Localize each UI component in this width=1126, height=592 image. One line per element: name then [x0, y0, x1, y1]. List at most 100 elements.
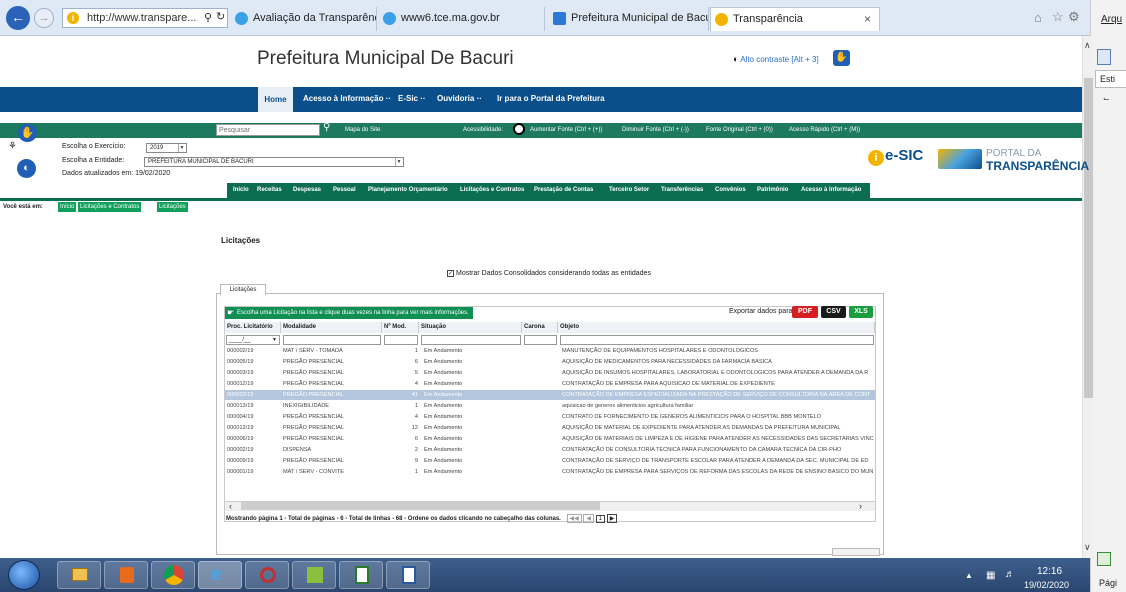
close-icon[interactable]: ×	[864, 8, 871, 30]
column-header-situacao[interactable]: Situação	[419, 322, 522, 333]
search-icon[interactable]: ⚲	[323, 122, 330, 133]
scroll-left-icon[interactable]: ‹	[229, 501, 232, 511]
refresh-icon[interactable]: ↻	[216, 10, 225, 23]
clock-time[interactable]: 12:16	[1037, 566, 1062, 577]
tab-prefeitura[interactable]: Prefeitura Municipal de Bacuri	[549, 7, 709, 31]
taskbar-ie[interactable]: e	[198, 561, 242, 589]
table-row[interactable]: 000001/19 MAT / SERV - CONVITE 1 Em Andamen…	[225, 467, 875, 477]
menu-despesas[interactable]: Despesas	[293, 187, 321, 193]
nav-ouvidoria[interactable]: Ouvidoria ··	[437, 94, 482, 103]
minimize-icon[interactable]: ⌙	[1103, 94, 1110, 103]
table-row[interactable]: 000002/19 DISPENSA 2 Em Andamento CONTRATAÇÃ…	[225, 445, 875, 455]
tab-transparencia[interactable]: Transparência ×	[710, 7, 880, 31]
prev-page-icon[interactable]: ◀	[583, 514, 595, 523]
scroll-up-icon[interactable]: ∧	[1084, 40, 1091, 51]
table-row[interactable]: 000012/19 PREGÃO PRESENCIAL 12 Em Andamento…	[225, 423, 875, 433]
taskbar-explorer[interactable]	[57, 561, 101, 589]
menu-transferencias[interactable]: Transferências	[661, 187, 703, 193]
menu-patrimonio[interactable]: Patrimônio	[757, 187, 788, 193]
search-input[interactable]	[216, 124, 320, 136]
menu-planejamento[interactable]: Planejamento Orçamentário	[368, 187, 448, 193]
table-row[interactable]: 000009/19 PREGÃO PRESENCIAL 9 Em Andamento C…	[225, 456, 875, 466]
side-panel-item[interactable]: Arqu	[1101, 14, 1122, 25]
grid-scroll-thumb[interactable]	[241, 502, 600, 510]
portal-transparencia-logo[interactable]: TRANSPARÊNCIA	[986, 159, 1089, 173]
consolidated-checkbox[interactable]: ✓	[447, 270, 454, 277]
table-row[interactable]: 000002/19 MAT / SERV - TOMADA 1 Em Andament…	[225, 346, 875, 356]
taskbar-writer[interactable]	[386, 561, 430, 589]
column-header-carona[interactable]: Carona	[522, 322, 558, 333]
table-row[interactable]: 000003/19 PREGÃO PRESENCIAL 5 Em Andamento A…	[225, 368, 875, 378]
table-row[interactable]: 000002/19 PREGÃO PRESENCIAL 41 Em Andamento…	[225, 390, 875, 400]
back-icon[interactable]: ←	[6, 6, 30, 30]
scroll-right-icon[interactable]: ›	[859, 501, 862, 511]
entity-select[interactable]: PREFEITURA MUNICIPAL DE BACURI ▼	[144, 157, 404, 167]
original-font-link[interactable]: Fonte Original (Ctrl + (0))	[706, 127, 773, 133]
column-header-objeto[interactable]: Objeto	[558, 322, 875, 333]
star-icon[interactable]: ☆	[1052, 9, 1064, 25]
column-header-modalidade[interactable]: Modalidade	[281, 322, 382, 333]
filter-situacao-input[interactable]	[421, 335, 521, 345]
side-panel-item[interactable]: Esti	[1095, 70, 1126, 88]
page-scrollbar[interactable]: ∧ ∨	[1082, 36, 1094, 558]
nav-home[interactable]: Home	[258, 87, 293, 112]
taskbar-outlook[interactable]	[104, 561, 148, 589]
taskbar-snipping[interactable]	[245, 561, 289, 589]
menu-licitacoes-contratos[interactable]: Licitações e Contratos	[460, 187, 524, 193]
menu-acesso-informacao[interactable]: Acesso à Informação	[801, 187, 861, 193]
export-xls-button[interactable]: XLS	[849, 306, 873, 318]
filter-num-mod-input[interactable]	[384, 335, 418, 345]
next-page-icon[interactable]: ▶	[606, 514, 618, 523]
taskbar-calc[interactable]	[339, 561, 383, 589]
taskbar-chrome[interactable]	[151, 561, 195, 589]
menu-convenios[interactable]: Convênios	[715, 187, 746, 193]
tab-licitacoes[interactable]: Licitações	[220, 284, 266, 295]
panel-footer-button[interactable]	[832, 548, 880, 556]
volume-icon[interactable]: ♬	[1005, 569, 1015, 580]
start-button[interactable]	[8, 560, 40, 590]
menu-pessoal[interactable]: Pessoal	[333, 187, 356, 193]
menu-prestacao-contas[interactable]: Prestação de Contas	[534, 187, 593, 193]
scrollbar-thumb[interactable]	[1084, 78, 1093, 398]
table-row[interactable]: 000004/19 PREGÃO PRESENCIAL 4 Em Andamento C…	[225, 412, 875, 422]
tray-arrow-icon[interactable]: ▲	[965, 571, 973, 580]
filter-carona-input[interactable]	[524, 335, 557, 345]
tab-tce[interactable]: www6.tce.ma.gov.br	[379, 7, 545, 31]
export-csv-button[interactable]: CSV	[821, 306, 846, 318]
nav-acesso-informacao[interactable]: Acesso à Informação ··	[303, 94, 391, 103]
menu-inicio[interactable]: Início	[233, 187, 249, 193]
forward-icon[interactable]: →	[34, 8, 54, 28]
current-page[interactable]: 1	[595, 515, 606, 523]
network-icon[interactable]: ▦	[986, 570, 995, 581]
tab-avaliacao[interactable]: Avaliação da Transparência do...	[231, 7, 377, 31]
year-select[interactable]: 2019 ▼	[146, 143, 187, 153]
export-pdf-button[interactable]: PDF	[792, 306, 818, 318]
table-row[interactable]: 000012/19 PREGÃO PRESENCIAL 4 Em Andamento C…	[225, 379, 875, 389]
filter-proc-input[interactable]: ____/__ ▼	[226, 335, 280, 345]
filter-objeto-input[interactable]	[560, 335, 874, 345]
esic-logo[interactable]: e-SIC	[885, 147, 923, 164]
taskbar-app[interactable]	[292, 561, 336, 589]
scroll-down-icon[interactable]: ∨	[1084, 542, 1091, 553]
site-map-link[interactable]: Mapa do Site	[345, 127, 380, 133]
contrast-icon[interactable]: ◐	[17, 159, 36, 178]
quick-access-link[interactable]: Acesso Rápido (Ctrl + (M))	[789, 127, 860, 133]
menu-terceiro-setor[interactable]: Terceiro Setor	[609, 187, 649, 193]
first-page-icon[interactable]: ◀◀	[566, 514, 582, 523]
nav-portal-prefeitura[interactable]: Ir para o Portal da Prefeitura	[497, 94, 605, 103]
high-contrast-link[interactable]: ◐ Alto contraste [Alt + 3]	[733, 54, 819, 64]
breadcrumb-licitacoes[interactable]: Licitações	[157, 202, 188, 212]
search-icon[interactable]: ⚲	[204, 11, 212, 24]
side-panel-item[interactable]: Pági	[1099, 578, 1117, 588]
sign-language-icon[interactable]: ✋	[18, 124, 37, 142]
column-header-num-mod[interactable]: Nº Mod.	[382, 322, 419, 333]
breadcrumb-licitacoes-contratos[interactable]: Licitações e Contratos	[78, 202, 142, 212]
gear-icon[interactable]: ⚙	[1068, 9, 1080, 25]
menu-receitas[interactable]: Receitas	[257, 187, 282, 193]
table-row[interactable]: 000005/19 PREGÃO PRESENCIAL 6 Em Andamento A…	[225, 357, 875, 367]
decrease-font-link[interactable]: Diminuir Fonte (Ctrl + (-))	[622, 127, 689, 133]
home-icon[interactable]: ⌂	[1034, 10, 1042, 25]
clock-date[interactable]: 19/02/2020	[1024, 580, 1069, 590]
table-row[interactable]: 000013/19 INEXIGIBILIDADE 1 Em Andamento aqu…	[225, 401, 875, 411]
sign-language-icon[interactable]: ✋	[833, 50, 850, 66]
